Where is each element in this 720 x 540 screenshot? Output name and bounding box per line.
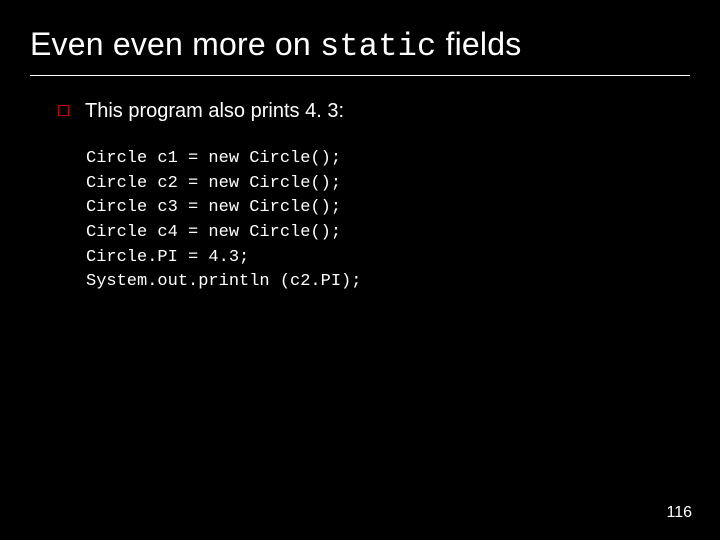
slide-body: This program also prints 4. 3: Circle c1… <box>30 76 690 295</box>
title-mono: static <box>320 28 436 65</box>
title-pre: Even even more on <box>30 26 320 62</box>
bullet-row: This program also prints 4. 3: <box>58 100 680 123</box>
title-post: fields <box>436 26 521 62</box>
slide: Even even more on static fields This pro… <box>0 0 720 540</box>
code-block: Circle c1 = new Circle(); Circle c2 = ne… <box>58 143 680 295</box>
slide-title: Even even more on static fields <box>30 26 690 76</box>
page-number: 116 <box>666 504 692 522</box>
bullet-text: This program also prints 4. 3: <box>85 100 344 123</box>
bullet-icon <box>58 105 69 116</box>
